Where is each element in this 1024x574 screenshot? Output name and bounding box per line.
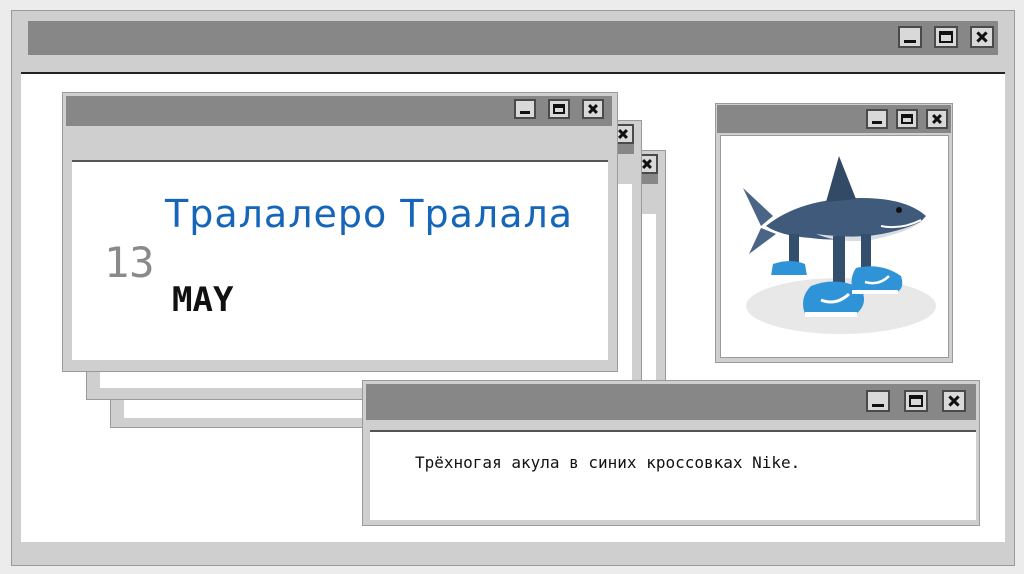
image-caption: Трёхногая акула в синих кроссовках Nike. [415,453,801,472]
main-window-titlebar[interactable] [28,21,998,55]
caption-window-content [370,430,976,520]
image-window-maximize-icon[interactable] [896,109,918,129]
image-window-minimize-icon[interactable] [866,109,888,129]
date-day: 13 [104,238,155,287]
main-minimize-icon[interactable] [898,26,922,48]
caption-window-close-icon[interactable] [942,390,966,412]
image-window-close-icon[interactable] [926,109,948,129]
shark-in-sneakers-image [743,156,936,334]
image-window-content [720,135,949,358]
title-window-close-icon[interactable] [582,99,604,119]
date-month: MAY [172,280,234,320]
title-window-minimize-icon[interactable] [514,99,536,119]
main-close-icon[interactable] [970,26,994,48]
caption-window-maximize-icon[interactable] [904,390,928,412]
caption-window-minimize-icon[interactable] [866,390,890,412]
slide-title: Тралалеро Тралала [165,192,574,236]
main-maximize-icon[interactable] [934,26,958,48]
title-window-maximize-icon[interactable] [548,99,570,119]
